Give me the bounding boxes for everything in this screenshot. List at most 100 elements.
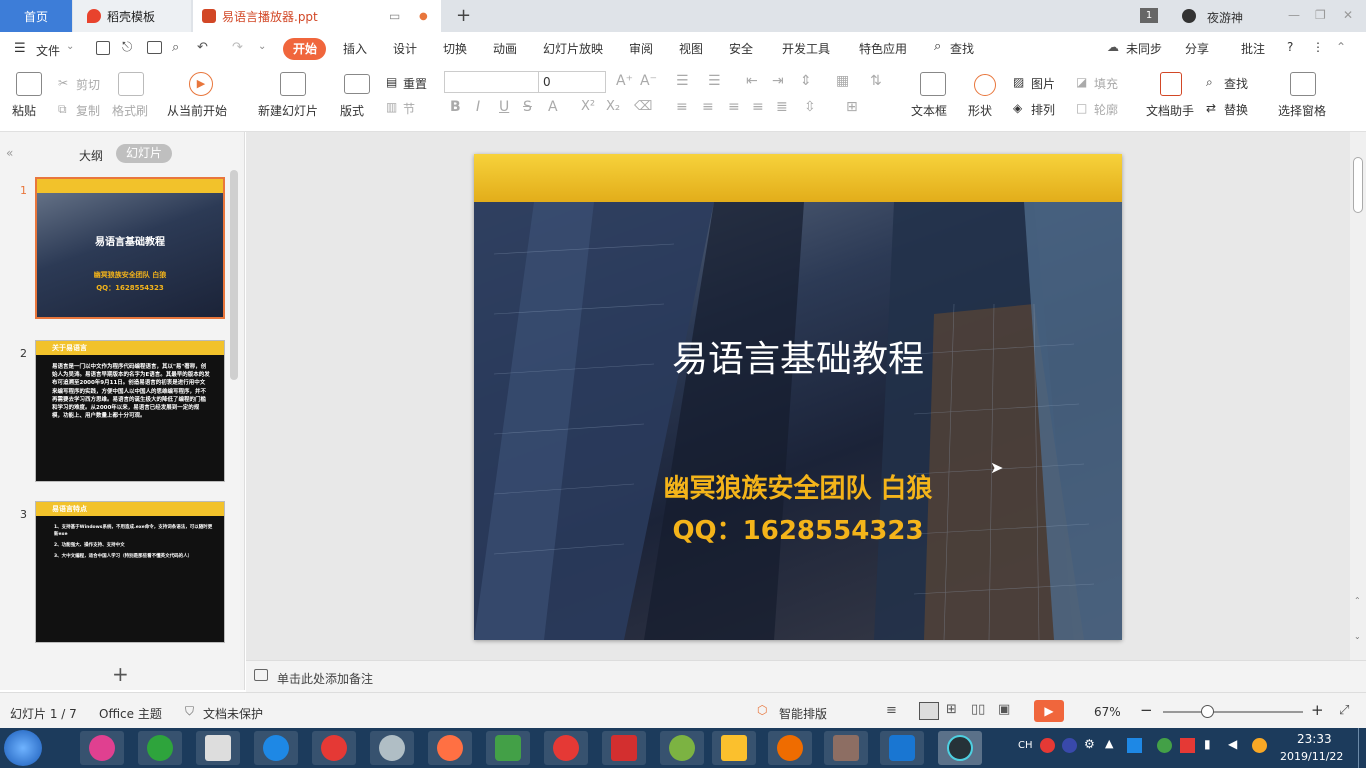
paste-button[interactable]: 粘贴 — [12, 102, 36, 119]
shape-icon[interactable] — [974, 74, 996, 96]
tray-app-icon[interactable] — [1127, 738, 1142, 753]
quick-access-chevron-icon[interactable]: ⌄ — [258, 41, 266, 52]
slide-thumb-2[interactable]: 关于易语言 易语言是一门以中文作为程序代码编程语言，其以"易"著称，创始人为吴涛… — [35, 340, 225, 482]
font-size-input[interactable]: 0 — [538, 71, 606, 93]
slides-tab[interactable]: 幻灯片 — [116, 144, 172, 163]
current-slide[interactable]: 易语言基础教程 幽冥狼族安全团队 白狼 QQ：1628554323 — [474, 154, 1122, 640]
protect-status[interactable]: 文档未保护 — [203, 705, 263, 722]
zoom-out-button[interactable]: − — [1140, 701, 1153, 719]
arrange-button[interactable]: 排列 — [1031, 101, 1055, 118]
outdent-icon[interactable]: ⇤ — [746, 73, 758, 89]
textbox-button[interactable]: 文本框 — [911, 102, 947, 119]
taskbar-app-15[interactable] — [880, 731, 924, 765]
maximize-button[interactable]: ❐ — [1315, 8, 1326, 22]
menu-view[interactable]: 视图 — [679, 40, 703, 57]
shrink-font-icon[interactable]: A⁻ — [640, 73, 657, 89]
help-icon[interactable]: ? — [1287, 40, 1293, 54]
menu-start[interactable]: 开始 — [293, 40, 317, 57]
menu-devtools[interactable]: 开发工具 — [782, 40, 830, 57]
print-icon[interactable] — [147, 41, 162, 54]
smartart-icon[interactable]: ⊞ — [846, 99, 858, 115]
clear-format-icon[interactable]: ⌫ — [634, 99, 652, 114]
window-badge[interactable]: 1 — [1140, 8, 1158, 23]
italic-icon[interactable]: I — [476, 99, 480, 115]
scroll-down-icon[interactable]: ⌄ — [1354, 632, 1361, 641]
underline-icon[interactable]: U — [499, 99, 509, 115]
sogou-icon[interactable] — [1040, 738, 1055, 753]
play-slideshow-button[interactable]: ▶ — [1034, 700, 1064, 722]
export-icon[interactable]: ⎋ — [122, 40, 132, 55]
tab-home[interactable]: 首页 — [0, 0, 72, 32]
menu-review[interactable]: 审阅 — [629, 40, 653, 57]
fit-window-icon[interactable]: ⤢ — [1339, 703, 1349, 718]
superscript-icon[interactable]: X² — [581, 99, 595, 114]
replace-button[interactable]: 替换 — [1224, 101, 1248, 118]
show-desktop-button[interactable] — [1358, 728, 1366, 768]
minimize-button[interactable]: — — [1288, 8, 1300, 22]
outline-tab[interactable]: 大纲 — [79, 147, 103, 164]
find-button[interactable]: 查找 — [1224, 75, 1248, 92]
clock-time[interactable]: 23:33 — [1297, 732, 1332, 746]
reading-view-icon[interactable]: ▯▯ — [971, 702, 985, 717]
subscript-icon[interactable]: X₂ — [606, 99, 620, 114]
tray-expand-icon[interactable]: ▲ — [1105, 737, 1113, 750]
taskbar-app-13[interactable] — [768, 731, 812, 765]
redo-icon[interactable]: ↷ — [232, 40, 243, 55]
new-slide-button[interactable]: 新建幻灯片 — [258, 102, 318, 119]
menu-design[interactable]: 设计 — [393, 40, 417, 57]
taskbar-app-11[interactable] — [660, 731, 704, 765]
number-list-icon[interactable]: ☰ — [708, 73, 721, 89]
vertical-align-icon[interactable]: ⇳ — [804, 99, 816, 115]
menu-animation[interactable]: 动画 — [493, 40, 517, 57]
layout-icon[interactable] — [344, 74, 370, 94]
zoom-slider-handle[interactable] — [1201, 705, 1214, 718]
align-left-icon[interactable]: ≡ — [676, 99, 688, 115]
taskbar-app-4[interactable] — [254, 731, 298, 765]
network-icon[interactable]: ▮ — [1204, 737, 1211, 751]
menu-search[interactable]: 查找 — [950, 40, 974, 57]
slide-qq[interactable]: QQ：1628554323 — [474, 510, 1122, 547]
taskbar-app-12[interactable] — [712, 731, 756, 765]
bold-icon[interactable]: B — [450, 99, 461, 115]
align-center-icon[interactable]: ≡ — [702, 99, 714, 115]
zoom-slider[interactable] — [1163, 711, 1303, 713]
text-direction-icon[interactable]: ⇅ — [870, 73, 882, 89]
taskbar-app-1[interactable] — [80, 731, 124, 765]
textbox-icon[interactable] — [920, 72, 946, 96]
columns-icon[interactable]: ▦ — [836, 73, 849, 89]
taskbar-app-5[interactable] — [312, 731, 356, 765]
distribute-icon[interactable]: ≣ — [776, 99, 788, 115]
reset-button[interactable]: 重置 — [403, 75, 427, 92]
panel-scrollbar[interactable] — [230, 170, 238, 380]
hamburger-icon[interactable]: ☰ — [14, 41, 26, 56]
bullet-list-icon[interactable]: ☰ — [676, 73, 689, 89]
sync-status[interactable]: 未同步 — [1126, 40, 1162, 57]
ime-indicator[interactable]: CH — [1018, 740, 1033, 751]
more-icon[interactable]: ⋮ — [1312, 40, 1324, 54]
format-painter-button[interactable]: 格式刷 — [112, 102, 148, 119]
menu-insert[interactable]: 插入 — [343, 40, 367, 57]
avatar[interactable] — [1182, 9, 1196, 23]
smart-layout-button[interactable]: 智能排版 — [779, 705, 827, 722]
add-slide-button[interactable]: + — [112, 662, 129, 686]
justify-icon[interactable]: ≡ — [752, 99, 764, 115]
taskbar-app-2[interactable] — [138, 731, 182, 765]
taskbar-app-6[interactable] — [370, 731, 414, 765]
strikethrough-icon[interactable]: S — [523, 99, 532, 115]
slide-thumb-3[interactable]: 易语言特点 1、支持基于Windows系统，不用造成.exe命令，支持词条语法，… — [35, 501, 225, 643]
collapse-ribbon-icon[interactable]: ⌃ — [1336, 40, 1346, 54]
tray-app-icon[interactable] — [1252, 738, 1267, 753]
menu-file[interactable]: 文件 — [36, 42, 60, 59]
layout-button[interactable]: 版式 — [340, 102, 364, 119]
close-button[interactable]: ✕ — [1343, 8, 1353, 22]
search-icon[interactable]: ⌕ — [934, 39, 941, 54]
slide-subtitle[interactable]: 幽冥狼族安全团队 白狼 — [474, 468, 1122, 505]
notes-pane[interactable] — [246, 660, 1366, 692]
font-color-icon[interactable]: A — [548, 99, 558, 115]
tray-app-icon[interactable] — [1157, 738, 1172, 753]
taskbar-app-7[interactable] — [428, 731, 472, 765]
tray-app-icon[interactable] — [1180, 738, 1195, 753]
tray-settings-icon[interactable]: ⚙ — [1084, 737, 1095, 751]
image-button[interactable]: 图片 — [1031, 75, 1055, 92]
indent-icon[interactable]: ⇥ — [772, 73, 784, 89]
